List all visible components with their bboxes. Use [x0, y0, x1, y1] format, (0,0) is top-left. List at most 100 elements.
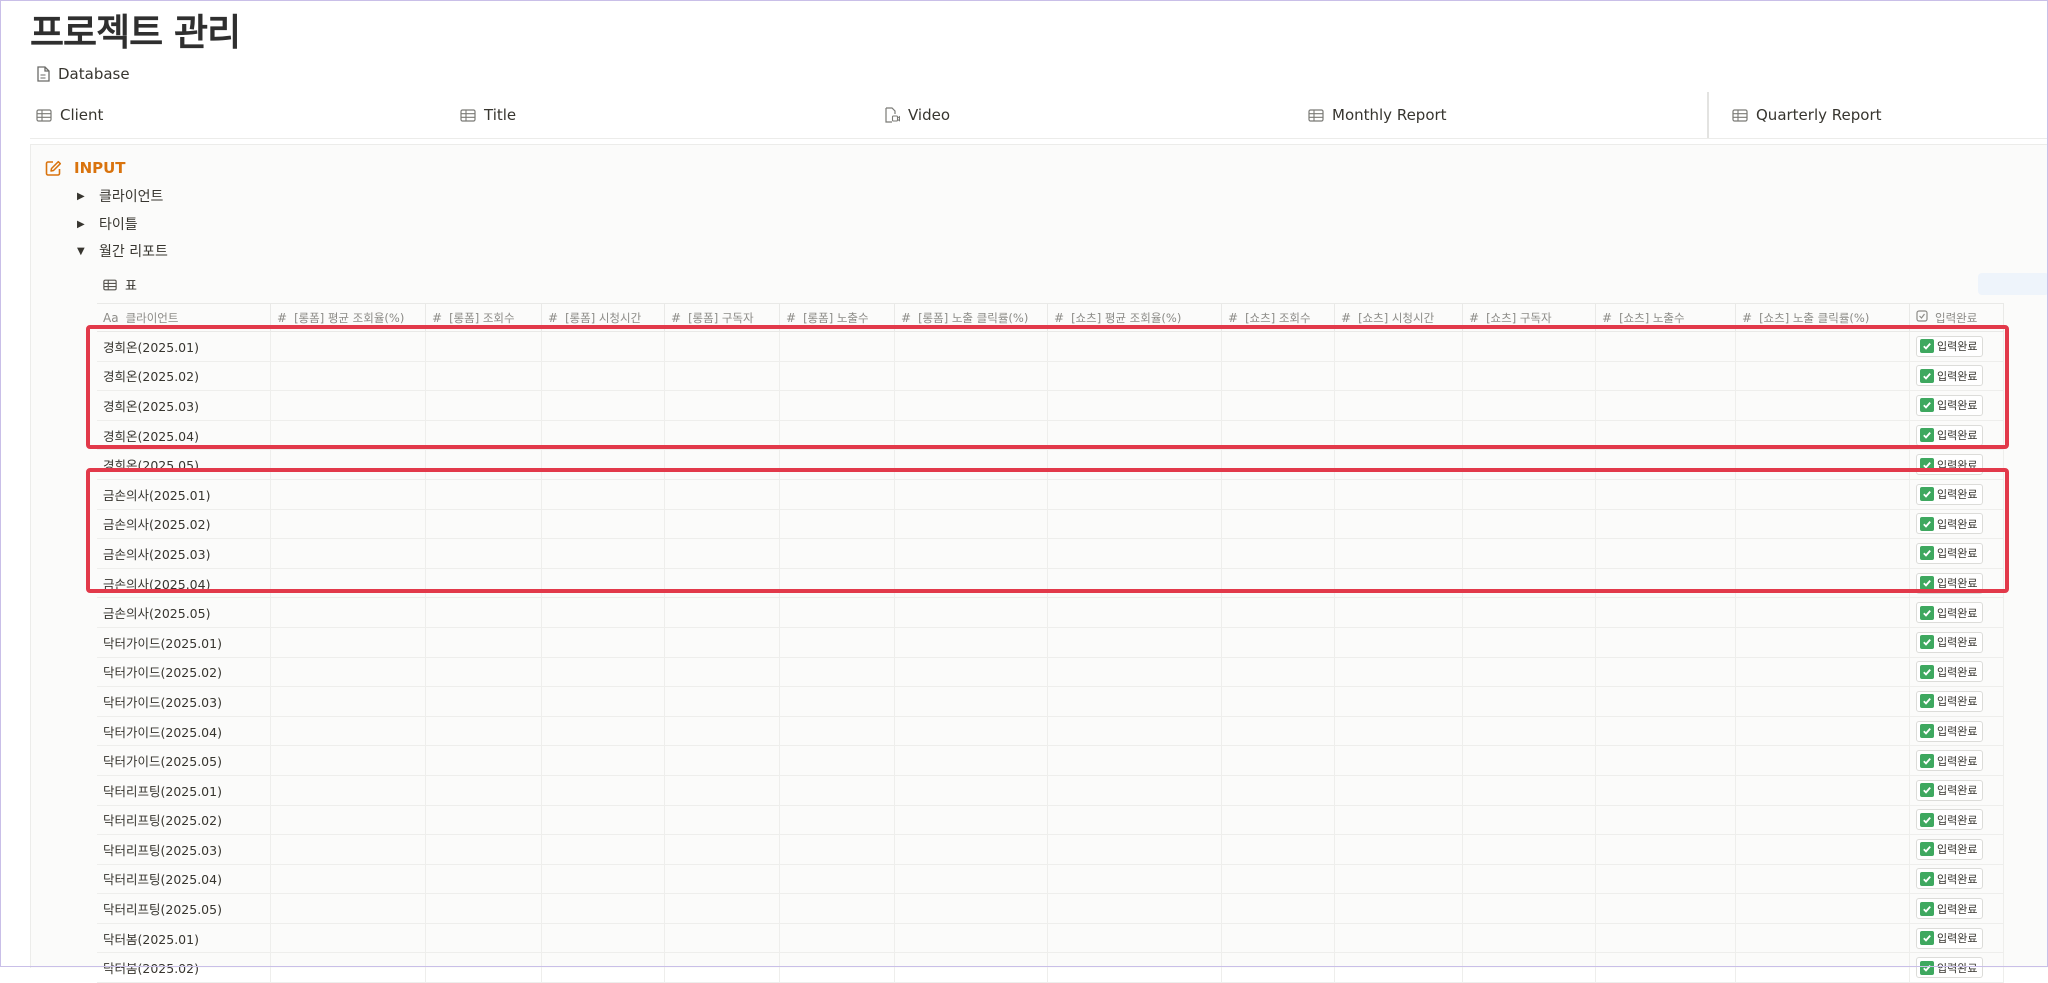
row-number-cell[interactable]: [426, 894, 542, 923]
row-number-cell[interactable]: [1335, 598, 1463, 627]
row-number-cell[interactable]: [271, 716, 426, 746]
row-number-cell[interactable]: [1048, 835, 1222, 864]
new-button[interactable]: [1978, 273, 2048, 295]
row-number-cell[interactable]: [542, 953, 665, 983]
row-status-cell[interactable]: 입력완료: [1910, 746, 2004, 775]
row-number-cell[interactable]: [426, 657, 542, 687]
row-number-cell[interactable]: [1463, 923, 1596, 953]
toggle-client[interactable]: ▶ 클라이언트: [77, 183, 163, 209]
row-number-cell[interactable]: [1335, 923, 1463, 953]
row-number-cell[interactable]: [780, 627, 895, 657]
row-number-cell[interactable]: [1222, 716, 1335, 746]
row-number-cell[interactable]: [1463, 657, 1596, 687]
row-number-cell[interactable]: [895, 835, 1048, 864]
row-number-cell[interactable]: [1463, 598, 1596, 627]
row-number-cell[interactable]: [1048, 716, 1222, 746]
row-number-cell[interactable]: [665, 746, 780, 775]
table-row[interactable]: 닥터봄(2025.02) 입력완료: [97, 953, 2004, 983]
row-number-cell[interactable]: [895, 598, 1048, 627]
row-number-cell[interactable]: [1335, 775, 1463, 805]
row-number-cell[interactable]: [1048, 627, 1222, 657]
row-number-cell[interactable]: [1222, 864, 1335, 894]
row-number-cell[interactable]: [1335, 716, 1463, 746]
row-number-cell[interactable]: [426, 746, 542, 775]
table-row[interactable]: 닥터리프팅(2025.03) 입력완료: [97, 835, 2004, 865]
row-number-cell[interactable]: [542, 864, 665, 894]
row-number-cell[interactable]: [426, 835, 542, 864]
row-number-cell[interactable]: [1736, 864, 1910, 894]
database-link[interactable]: Database: [36, 62, 130, 86]
row-number-cell[interactable]: [542, 627, 665, 657]
row-number-cell[interactable]: [542, 657, 665, 687]
row-number-cell[interactable]: [542, 835, 665, 864]
row-number-cell[interactable]: [1048, 894, 1222, 923]
row-number-cell[interactable]: [1596, 775, 1736, 805]
row-number-cell[interactable]: [895, 864, 1048, 894]
view-tab-title[interactable]: Title: [460, 92, 516, 138]
row-number-cell[interactable]: [1736, 835, 1910, 864]
row-number-cell[interactable]: [665, 835, 780, 864]
row-number-cell[interactable]: [1222, 953, 1335, 983]
row-number-cell[interactable]: [271, 775, 426, 805]
row-number-cell[interactable]: [1463, 746, 1596, 775]
row-number-cell[interactable]: [665, 687, 780, 716]
row-number-cell[interactable]: [665, 894, 780, 923]
row-number-cell[interactable]: [665, 598, 780, 627]
table-row[interactable]: 닥터가이드(2025.01) 입력완료: [97, 627, 2004, 658]
row-number-cell[interactable]: [1222, 627, 1335, 657]
row-status-cell[interactable]: 입력완료: [1910, 805, 2004, 835]
row-number-cell[interactable]: [542, 775, 665, 805]
row-number-cell[interactable]: [1736, 923, 1910, 953]
row-status-cell[interactable]: 입력완료: [1910, 657, 2004, 687]
row-number-cell[interactable]: [665, 775, 780, 805]
row-name-cell[interactable]: 닥터리프팅(2025.02): [97, 805, 271, 835]
row-number-cell[interactable]: [895, 894, 1048, 923]
row-number-cell[interactable]: [1048, 598, 1222, 627]
table-row[interactable]: 금손의사(2025.05) 입력완료: [97, 598, 2004, 628]
row-number-cell[interactable]: [1596, 923, 1736, 953]
row-number-cell[interactable]: [1222, 746, 1335, 775]
row-number-cell[interactable]: [780, 687, 895, 716]
row-number-cell[interactable]: [1048, 805, 1222, 835]
row-number-cell[interactable]: [1222, 775, 1335, 805]
row-number-cell[interactable]: [271, 627, 426, 657]
toggle-monthly-report[interactable]: ▼ 월간 리포트: [77, 238, 168, 264]
table-row[interactable]: 닥터가이드(2025.05) 입력완료: [97, 746, 2004, 776]
row-number-cell[interactable]: [895, 923, 1048, 953]
row-name-cell[interactable]: 닥터리프팅(2025.05): [97, 894, 271, 923]
row-number-cell[interactable]: [895, 805, 1048, 835]
row-number-cell[interactable]: [1048, 923, 1222, 953]
row-number-cell[interactable]: [780, 746, 895, 775]
row-number-cell[interactable]: [1463, 687, 1596, 716]
row-name-cell[interactable]: 닥터봄(2025.02): [97, 953, 271, 983]
row-number-cell[interactable]: [1222, 657, 1335, 687]
row-number-cell[interactable]: [271, 657, 426, 687]
table-row[interactable]: 닥터가이드(2025.02) 입력완료: [97, 657, 2004, 688]
row-number-cell[interactable]: [1463, 835, 1596, 864]
row-number-cell[interactable]: [665, 953, 780, 983]
row-number-cell[interactable]: [271, 805, 426, 835]
row-number-cell[interactable]: [895, 775, 1048, 805]
view-tab-video[interactable]: Video: [884, 92, 950, 138]
row-number-cell[interactable]: [1596, 864, 1736, 894]
row-number-cell[interactable]: [542, 716, 665, 746]
row-number-cell[interactable]: [1463, 953, 1596, 983]
row-number-cell[interactable]: [665, 627, 780, 657]
row-number-cell[interactable]: [271, 835, 426, 864]
row-number-cell[interactable]: [780, 923, 895, 953]
row-number-cell[interactable]: [1335, 953, 1463, 983]
row-status-cell[interactable]: 입력완료: [1910, 953, 2004, 983]
row-number-cell[interactable]: [1222, 923, 1335, 953]
row-number-cell[interactable]: [895, 687, 1048, 716]
table-view-tab[interactable]: 표: [103, 275, 137, 294]
row-number-cell[interactable]: [1596, 746, 1736, 775]
row-number-cell[interactable]: [665, 805, 780, 835]
row-number-cell[interactable]: [780, 805, 895, 835]
row-name-cell[interactable]: 닥터리프팅(2025.04): [97, 864, 271, 894]
row-number-cell[interactable]: [542, 805, 665, 835]
row-number-cell[interactable]: [1048, 657, 1222, 687]
row-number-cell[interactable]: [1222, 835, 1335, 864]
row-number-cell[interactable]: [780, 598, 895, 627]
row-number-cell[interactable]: [1736, 627, 1910, 657]
row-status-cell[interactable]: 입력완료: [1910, 627, 2004, 657]
